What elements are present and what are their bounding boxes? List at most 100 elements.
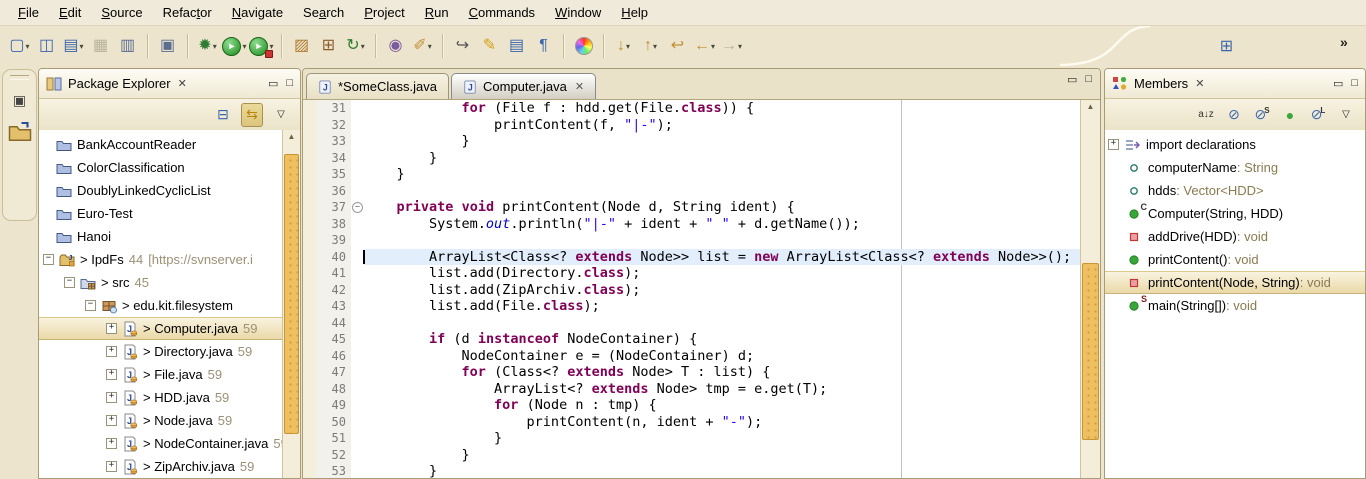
menu-project[interactable]: Project xyxy=(354,2,414,23)
menu-run[interactable]: Run xyxy=(415,2,459,23)
editor-tab-computer-java[interactable]: JComputer.java✕ xyxy=(451,73,596,99)
sort-icon[interactable]: a↓z xyxy=(1196,104,1216,126)
code-text[interactable]: System.out.println("|-" + ident + " " + … xyxy=(364,216,1081,233)
menu-source[interactable]: Source xyxy=(91,2,152,23)
collapse-all-icon[interactable]: ⊟ xyxy=(213,104,233,126)
dropdown-arrow-icon[interactable]: ▾ xyxy=(242,42,246,51)
close-icon[interactable]: ✕ xyxy=(178,77,187,90)
editor-tab--someclass-java[interactable]: J*SomeClass.java xyxy=(306,73,449,99)
fold-collapse-icon[interactable]: − xyxy=(352,202,363,213)
minimize-icon[interactable]: ▭ xyxy=(1067,73,1077,86)
expander-icon[interactable]: + xyxy=(106,392,117,403)
sync-icon[interactable]: ▣ xyxy=(154,33,181,60)
debug-icon[interactable]: ✹▾ xyxy=(194,33,221,60)
code-line-39[interactable]: 39 xyxy=(316,232,1081,249)
code-line-53[interactable]: 53 } xyxy=(316,463,1081,478)
code-line-47[interactable]: 47 for (Class<? extends Node> T : list) … xyxy=(316,364,1081,381)
scrollbar-thumb[interactable] xyxy=(1082,263,1099,440)
perspective-more-chevron[interactable]: » xyxy=(1340,34,1348,50)
hide-static-icon[interactable]: ⊘S xyxy=(1252,104,1272,126)
code-text[interactable]: if (d instanceof NodeContainer) { xyxy=(364,331,1081,348)
expander-icon[interactable]: + xyxy=(106,438,117,449)
expander-icon[interactable]: + xyxy=(106,346,117,357)
run-icon[interactable]: ►▾ xyxy=(221,33,248,60)
code-text[interactable]: ArrayList<Class<? extends Node>> list = … xyxy=(364,249,1081,266)
dropdown-arrow-icon[interactable]: ▾ xyxy=(626,42,630,51)
menu-search[interactable]: Search xyxy=(293,2,354,23)
code-text[interactable]: for (Class<? extends Node> T : list) { xyxy=(364,364,1081,381)
whitespace-icon[interactable]: ¶ xyxy=(530,33,557,60)
link-with-editor-icon[interactable]: ⇆ xyxy=(241,103,263,127)
print-icon[interactable]: ▥ xyxy=(114,33,141,60)
code-text[interactable]: printContent(n, ident + "-"); xyxy=(364,414,1081,431)
member-item-computer-string-hdd-[interactable]: CComputer(String, HDD) xyxy=(1105,202,1365,225)
minimize-icon[interactable]: ▭ xyxy=(268,77,278,90)
code-line-42[interactable]: 42 list.add(ZipArchiv.class); xyxy=(316,282,1081,299)
code-line-33[interactable]: 33 } xyxy=(316,133,1081,150)
color-picker-icon[interactable] xyxy=(570,33,597,60)
code-editor[interactable]: 31 for (File f : hdd.get(File.class)) {3… xyxy=(303,100,1081,478)
package-explorer-title[interactable]: Package Explorer xyxy=(68,76,171,91)
code-line-50[interactable]: 50 printContent(n, ident + "-"); xyxy=(316,414,1081,431)
expander-icon[interactable]: + xyxy=(106,415,117,426)
code-text[interactable] xyxy=(364,183,1081,200)
minimize-icon[interactable]: ▭ xyxy=(1333,77,1343,90)
code-text[interactable]: private void printContent(Node d, String… xyxy=(364,199,1081,216)
scrollbar-thumb[interactable] xyxy=(284,154,299,434)
close-icon[interactable]: ✕ xyxy=(575,80,584,93)
editor-scrollbar[interactable]: ▲ xyxy=(1080,100,1100,478)
tree-item-euro-test[interactable]: Euro-Test xyxy=(39,202,283,225)
code-line-34[interactable]: 34 } xyxy=(316,150,1081,167)
new-wizard-icon[interactable]: ▢▾ xyxy=(6,33,33,60)
menu-file[interactable]: File xyxy=(8,2,49,23)
code-text[interactable]: NodeContainer e = (NodeContainer) d; xyxy=(364,348,1081,365)
maximize-icon[interactable]: □ xyxy=(286,77,293,90)
code-text[interactable]: ArrayList<? extends Node> tmp = e.get(T)… xyxy=(364,381,1081,398)
expander-icon[interactable]: + xyxy=(106,369,117,380)
member-item-printcontent-node-string-[interactable]: printContent(Node, String) : void xyxy=(1105,271,1365,294)
code-text[interactable]: } xyxy=(364,430,1081,447)
code-line-32[interactable]: 32 printContent(f, "|-"); xyxy=(316,117,1081,134)
scroll-up-icon[interactable]: ▲ xyxy=(283,130,300,144)
tree-item--node-java[interactable]: +J> Node.java59 xyxy=(39,409,283,432)
code-line-52[interactable]: 52 } xyxy=(316,447,1081,464)
dropdown-arrow-icon[interactable]: ▾ xyxy=(213,42,217,51)
dropdown-arrow-icon[interactable]: ▾ xyxy=(26,42,30,51)
close-icon[interactable]: ✕ xyxy=(1195,77,1204,90)
show-public-icon[interactable]: ● xyxy=(1280,104,1300,126)
code-text[interactable] xyxy=(364,315,1081,332)
code-line-44[interactable]: 44 xyxy=(316,315,1081,332)
member-item-hdds[interactable]: hdds : Vector<HDD> xyxy=(1105,179,1365,202)
refresh-icon[interactable]: ↻▾ xyxy=(342,33,369,60)
code-line-38[interactable]: 38 System.out.println("|-" + ident + " "… xyxy=(316,216,1081,233)
code-line-43[interactable]: 43 list.add(File.class); xyxy=(316,298,1081,315)
code-text[interactable]: } xyxy=(364,447,1081,464)
dropdown-arrow-icon[interactable]: ▾ xyxy=(80,42,84,51)
run-external-icon[interactable]: ►▾ xyxy=(248,33,275,60)
tree-item-bankaccountreader[interactable]: BankAccountReader xyxy=(39,133,283,156)
fast-view-bar-handle[interactable] xyxy=(10,75,29,80)
code-line-48[interactable]: 48 ArrayList<? extends Node> tmp = e.get… xyxy=(316,381,1081,398)
next-annotation-icon[interactable]: ↓▾ xyxy=(610,33,637,60)
back-icon[interactable]: ←▾ xyxy=(691,33,718,60)
prev-annotation-icon[interactable]: ↑▾ xyxy=(637,33,664,60)
new-package-icon[interactable]: ⊞ xyxy=(315,33,342,60)
menu-navigate[interactable]: Navigate xyxy=(222,2,293,23)
goto-marker-icon[interactable]: ↪ xyxy=(449,33,476,60)
menu-refactor[interactable]: Refactor xyxy=(153,2,222,23)
members-title[interactable]: Members xyxy=(1134,76,1188,91)
restore-view-icon[interactable]: ▣ xyxy=(8,88,32,112)
new-class-icon[interactable]: ◫ xyxy=(33,33,60,60)
code-line-35[interactable]: 35 } xyxy=(316,166,1081,183)
expander-icon[interactable]: − xyxy=(43,254,54,265)
open-perspective-folder-icon[interactable] xyxy=(8,120,32,144)
expander-icon[interactable]: − xyxy=(64,277,75,288)
open-type-icon[interactable]: ◉ xyxy=(382,33,409,60)
code-line-45[interactable]: 45 if (d instanceof NodeContainer) { xyxy=(316,331,1081,348)
dropdown-arrow-icon[interactable]: ▾ xyxy=(653,42,657,51)
tree-item-colorclassification[interactable]: ColorClassification xyxy=(39,156,283,179)
dropdown-arrow-icon[interactable]: ▾ xyxy=(738,42,742,51)
tree-item--ziparchiv-java[interactable]: +J> ZipArchiv.java59 xyxy=(39,455,283,478)
code-line-46[interactable]: 46 NodeContainer e = (NodeContainer) d; xyxy=(316,348,1081,365)
menu-window[interactable]: Window xyxy=(545,2,611,23)
